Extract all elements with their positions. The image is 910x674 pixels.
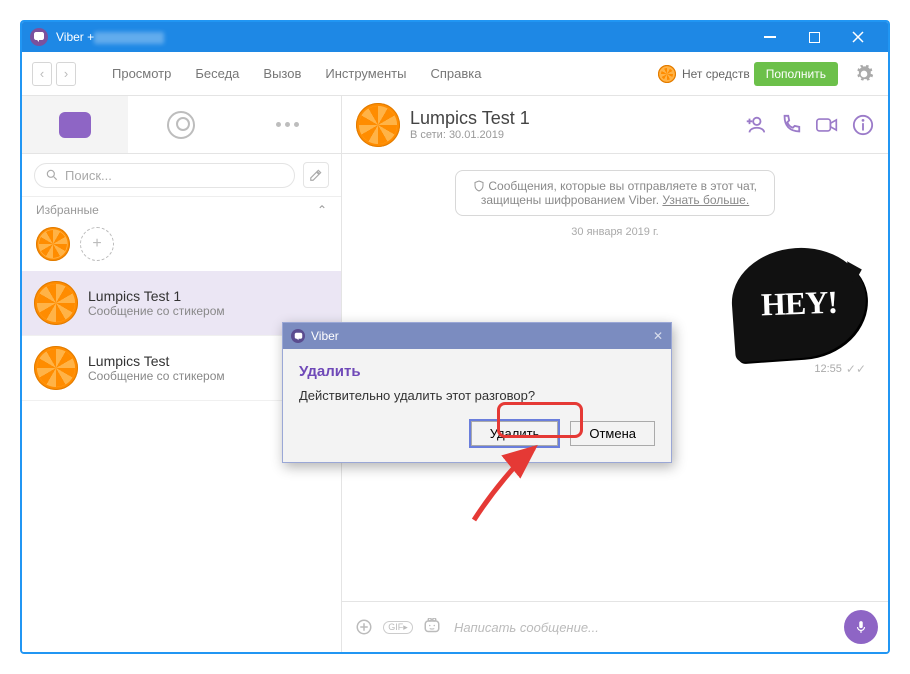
maximize-button[interactable] <box>792 22 836 52</box>
chevron-up-icon: ⌃ <box>317 203 327 217</box>
coin-icon <box>658 65 676 83</box>
add-contact-button[interactable] <box>744 114 766 136</box>
phone-blur <box>94 32 164 44</box>
close-button[interactable] <box>836 22 880 52</box>
search-icon <box>45 168 59 182</box>
conversation-title: Lumpics Test 1 <box>410 108 530 129</box>
contact-icon <box>167 111 195 139</box>
menu-call[interactable]: Вызов <box>253 62 311 85</box>
dialog-confirm-button[interactable]: Удалить <box>471 421 559 446</box>
topup-button[interactable]: Пополнить <box>754 62 838 86</box>
sticker-button[interactable] <box>420 615 444 639</box>
chat-icon <box>59 112 91 138</box>
date-separator: 30 января 2019 г. <box>571 226 658 238</box>
shield-icon <box>473 180 485 192</box>
message-input[interactable] <box>454 620 834 635</box>
conversation-header: Lumpics Test 1 В сети: 30.01.2019 <box>342 96 888 154</box>
menu-toolbar: ‹ › Просмотр Беседа Вызов Инструменты Сп… <box>22 52 888 96</box>
window-titlebar: Viber + <box>22 22 888 52</box>
video-call-button[interactable] <box>816 114 838 136</box>
chat-preview: Сообщение со стикером <box>88 304 225 318</box>
delivered-icon: ✓✓ <box>846 362 866 376</box>
nav-back-button[interactable]: ‹ <box>32 62 52 86</box>
favorites-row: + <box>22 223 341 271</box>
attach-button[interactable] <box>352 615 376 639</box>
favorites-header[interactable]: Избранные ⌃ <box>22 197 341 223</box>
search-placeholder: Поиск... <box>65 168 112 183</box>
conversation-actions <box>744 114 874 136</box>
viber-icon <box>291 329 305 343</box>
menu-help[interactable]: Справка <box>420 62 491 85</box>
chat-name: Lumpics Test 1 <box>88 288 225 304</box>
balance-indicator[interactable]: Нет средств <box>658 65 750 83</box>
conversation-status: В сети: 30.01.2019 <box>410 129 530 141</box>
delete-confirm-dialog: Viber ✕ Удалить Действительно удалить эт… <box>282 322 672 463</box>
sticker-hey[interactable]: HEY! <box>728 243 869 362</box>
minimize-button[interactable] <box>748 22 792 52</box>
voice-message-button[interactable] <box>844 610 878 644</box>
conversation-avatar[interactable] <box>356 103 400 147</box>
tab-more[interactable] <box>235 96 341 153</box>
search-row: Поиск... <box>22 154 341 197</box>
dialog-close-button[interactable]: ✕ <box>653 329 663 343</box>
more-icon <box>276 122 299 127</box>
voice-call-button[interactable] <box>780 114 802 136</box>
window-title: Viber + <box>56 30 748 44</box>
tab-contacts[interactable] <box>128 96 234 153</box>
chat-preview: Сообщение со стикером <box>88 369 225 383</box>
search-input[interactable]: Поиск... <box>34 163 295 188</box>
chat-name: Lumpics Test <box>88 353 225 369</box>
compose-button[interactable] <box>303 162 329 188</box>
favorite-contact[interactable] <box>36 227 70 261</box>
dialog-cancel-button[interactable]: Отмена <box>570 421 655 446</box>
tab-chats[interactable] <box>22 96 128 153</box>
learn-more-link[interactable]: Узнать больше. <box>662 193 749 207</box>
menu-tools[interactable]: Инструменты <box>315 62 416 85</box>
dialog-heading: Удалить <box>299 363 655 380</box>
settings-button[interactable] <box>850 60 878 88</box>
menu-chat[interactable]: Беседа <box>185 62 249 85</box>
sidebar-tabs <box>22 96 341 154</box>
outgoing-sticker-message: HEY! 12:55 ✓✓ <box>732 248 866 376</box>
avatar-icon <box>34 281 78 325</box>
menu-view[interactable]: Просмотр <box>102 62 181 85</box>
info-button[interactable] <box>852 114 874 136</box>
avatar-icon <box>34 346 78 390</box>
add-favorite-button[interactable]: + <box>80 227 114 261</box>
gif-button[interactable]: GIF▸ <box>386 615 410 639</box>
balance-label: Нет средств <box>682 67 750 81</box>
dialog-titlebar: Viber ✕ <box>283 323 671 349</box>
encryption-notice[interactable]: Сообщения, которые вы отправляете в этот… <box>455 170 775 216</box>
message-meta: 12:55 ✓✓ <box>732 362 866 376</box>
nav-forward-button[interactable]: › <box>56 62 76 86</box>
viber-icon <box>30 28 48 46</box>
app-window: Viber + ‹ › Просмотр Беседа Вызов Инстру… <box>20 20 890 654</box>
dialog-text: Действительно удалить этот разговор? <box>299 388 655 403</box>
message-composer: GIF▸ <box>342 601 888 652</box>
